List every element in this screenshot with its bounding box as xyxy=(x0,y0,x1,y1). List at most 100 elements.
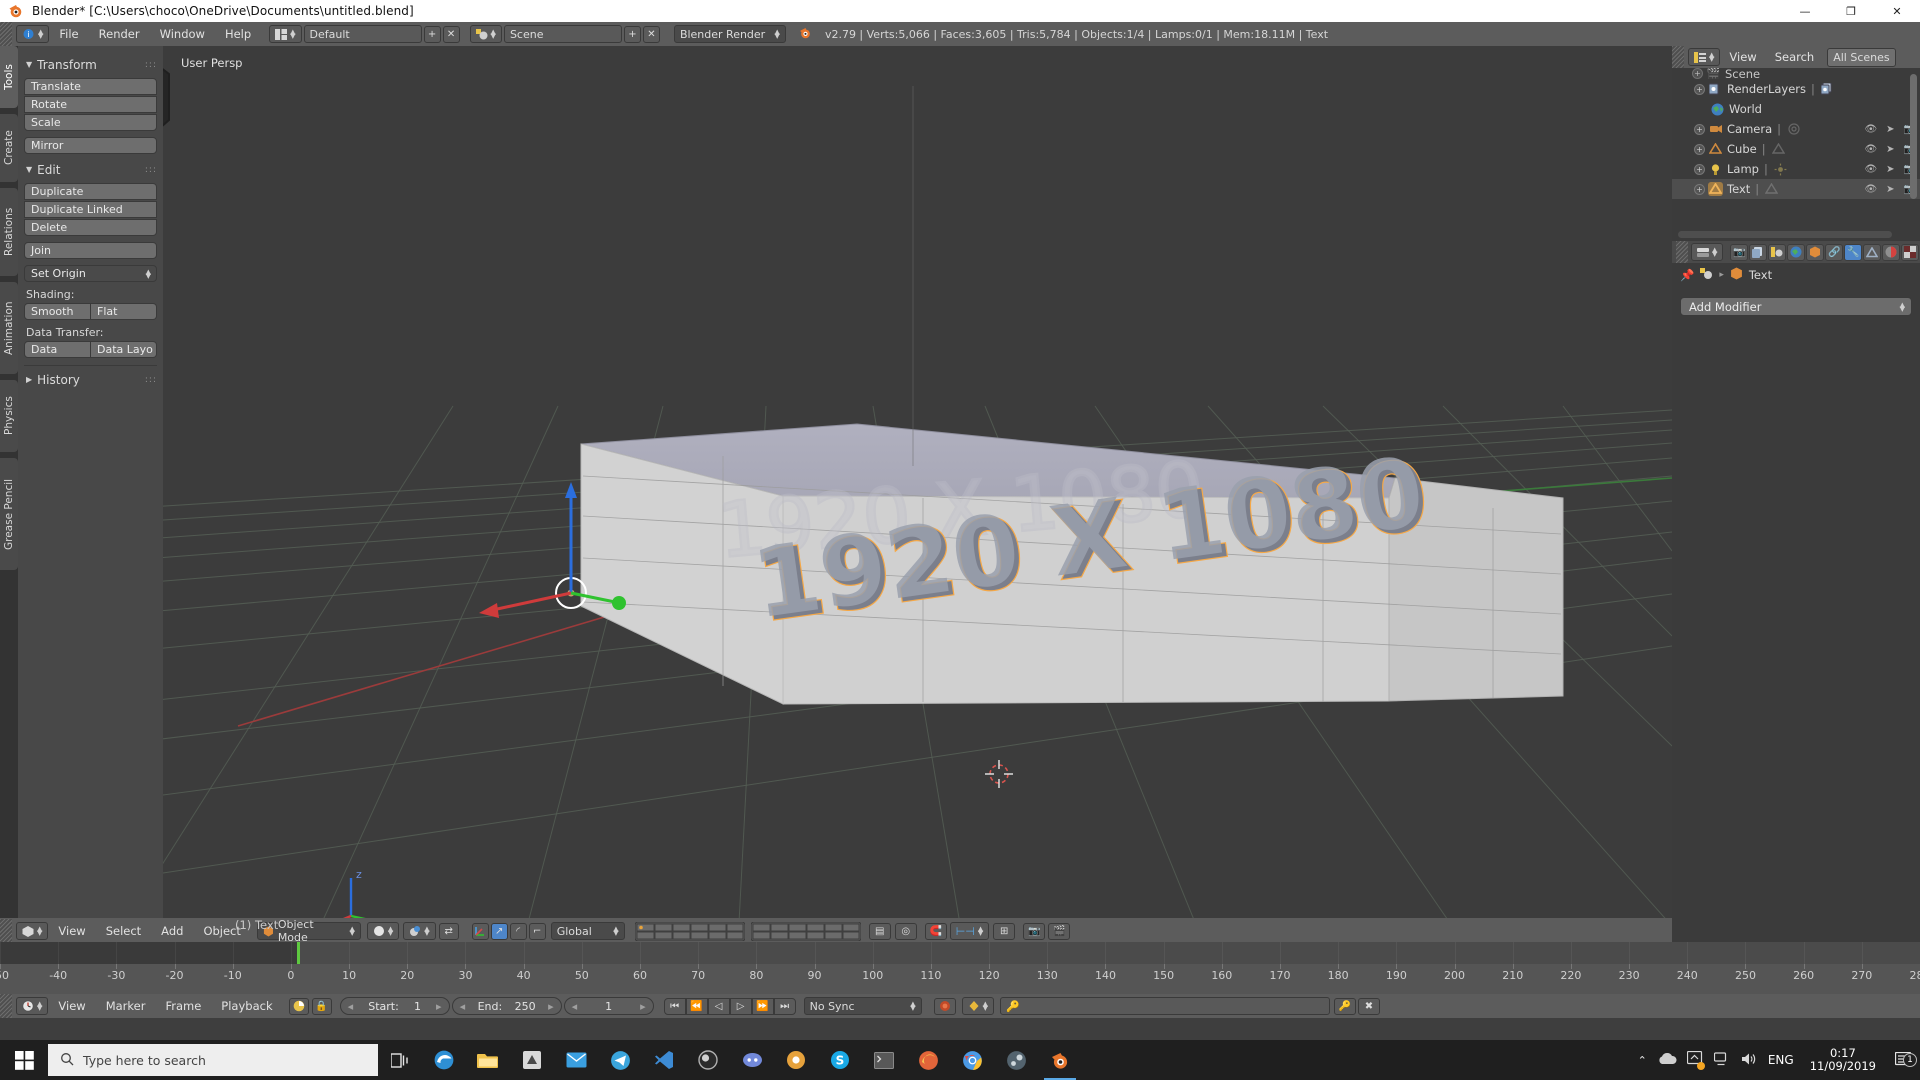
button-duplicate-linked[interactable]: Duplicate Linked xyxy=(24,201,157,218)
button-mirror[interactable]: Mirror xyxy=(24,137,157,154)
skype-icon[interactable]: S xyxy=(818,1040,862,1080)
manipulator-toggle-icon[interactable] xyxy=(471,922,489,940)
snap-element-selector[interactable]: ⊢⊣ ▲ ▼ xyxy=(949,922,990,940)
visibility-eye-icon[interactable]: 👁 xyxy=(1864,124,1877,135)
current-frame-field[interactable]: ◂ 1 ▸ xyxy=(563,997,654,1015)
store-icon[interactable] xyxy=(510,1040,554,1080)
scale-manipulator-icon[interactable]: ⌐ xyxy=(528,922,546,940)
screen-layout-field[interactable]: Default xyxy=(303,25,422,43)
delete-keyframe-icon[interactable]: ✖ xyxy=(1358,997,1380,1015)
timeline-track[interactable] xyxy=(0,942,1920,964)
manipulate-center-points-icon[interactable]: ⇄ xyxy=(438,922,459,940)
expand-icon[interactable]: + xyxy=(1692,68,1703,79)
timeline-playhead[interactable] xyxy=(296,942,300,964)
edge-icon[interactable] xyxy=(422,1040,466,1080)
visibility-eye-icon[interactable]: 👁 xyxy=(1864,144,1877,155)
blender-taskbar-icon[interactable] xyxy=(1038,1040,1082,1080)
vscode-icon[interactable] xyxy=(642,1040,686,1080)
maximize-button[interactable]: ❐ xyxy=(1828,0,1874,22)
outliner-row-toggles[interactable]: 👁 ➤ 📷 xyxy=(1864,164,1916,175)
button-scale[interactable]: Scale xyxy=(24,114,157,131)
button-shade-smooth[interactable]: Smooth xyxy=(24,303,91,320)
notifications-icon[interactable]: 1 xyxy=(1892,1052,1917,1068)
sync-mode-selector[interactable]: No Sync ▲ ▼ xyxy=(803,997,922,1015)
properties-tab-scene[interactable] xyxy=(1768,243,1787,261)
jump-to-end-icon[interactable]: ⏭ xyxy=(773,997,796,1015)
mail-icon[interactable] xyxy=(554,1040,598,1080)
delete-scene-button[interactable]: ✕ xyxy=(642,25,660,43)
render-animation-icon[interactable]: 🎬 xyxy=(1048,922,1071,940)
jump-to-start-icon[interactable]: ⏮ xyxy=(663,997,686,1015)
proportional-edit-icon[interactable]: ◎ xyxy=(894,922,917,940)
properties-tab-renderlayers[interactable] xyxy=(1749,243,1768,261)
header-grip[interactable] xyxy=(0,919,12,943)
outliner-tree[interactable]: + 🎬 Scene + RenderLayers | World + Camer… xyxy=(1672,68,1920,213)
3d-viewport[interactable]: User Persp (1) Text 1920 X 1080 1920 X 1… xyxy=(163,46,1672,942)
properties-tab-object[interactable] xyxy=(1806,243,1825,261)
button-join[interactable]: Join xyxy=(24,242,157,259)
tab-grease-pencil[interactable]: Grease Pencil xyxy=(0,458,18,570)
menu-window[interactable]: Window xyxy=(150,22,215,46)
viewport-shading-selector[interactable]: ▲ ▼ xyxy=(366,922,400,940)
chrome-icon[interactable] xyxy=(950,1040,994,1080)
selectability-cursor-icon[interactable]: ➤ xyxy=(1886,124,1894,135)
viewport-menu-select[interactable]: Select xyxy=(96,919,151,943)
frame-end-field[interactable]: ◂ End: 250 ▸ xyxy=(451,997,562,1015)
menu-help[interactable]: Help xyxy=(215,22,261,46)
add-layout-button[interactable]: + xyxy=(423,25,441,43)
properties-tab-texture[interactable] xyxy=(1901,243,1920,261)
outliner-display-mode-selector[interactable]: ▲ ▼ xyxy=(1688,48,1721,66)
browse-id-icon[interactable] xyxy=(1700,267,1713,283)
outliner-row-scene[interactable]: + 🎬 Scene xyxy=(1672,68,1920,79)
windows-start-button[interactable] xyxy=(0,1040,48,1080)
previous-keyframe-icon[interactable]: ⏪ xyxy=(685,997,708,1015)
chrome-alt-icon[interactable] xyxy=(774,1040,818,1080)
next-keyframe-icon[interactable]: ⏩ xyxy=(751,997,774,1015)
magnet-icon[interactable]: 🧲 xyxy=(924,922,947,940)
editor-type-selector[interactable]: ▲ ▼ xyxy=(16,997,49,1015)
outliner-row-camera[interactable]: + Camera | 👁 ➤ 📷 xyxy=(1672,119,1920,139)
properties-tab-data[interactable] xyxy=(1863,243,1882,261)
timeline-menu-playback[interactable]: Playback xyxy=(211,994,282,1018)
properties-tab-render[interactable]: 📷 xyxy=(1730,243,1749,261)
menu-file[interactable]: File xyxy=(49,22,88,46)
timeline-menu-view[interactable]: View xyxy=(48,994,95,1018)
button-data[interactable]: Data xyxy=(24,341,91,358)
timeline-menu-marker[interactable]: Marker xyxy=(96,994,156,1018)
show-hidden-icons-icon[interactable]: ⌃ xyxy=(1638,1054,1647,1067)
viewport-menu-add[interactable]: Add xyxy=(151,919,193,943)
outliner-scope-selector[interactable]: All Scenes xyxy=(1827,47,1896,67)
properties-tab-constraints[interactable]: 🔗 xyxy=(1825,243,1844,261)
outliner-menu-search[interactable]: Search xyxy=(1766,46,1824,68)
tab-relations[interactable]: Relations xyxy=(0,188,18,276)
render-engine-selector[interactable]: Blender Render ▲ ▼ xyxy=(673,25,786,43)
pin-icon[interactable]: 📌 xyxy=(1680,268,1694,282)
delete-layout-button[interactable]: ✕ xyxy=(442,25,460,43)
outliner-row-text[interactable]: + Text | 👁 ➤ 📷 xyxy=(1672,179,1920,199)
frame-start-field[interactable]: ◂ Start: 1 ▸ xyxy=(339,997,450,1015)
menu-render[interactable]: Render xyxy=(89,22,150,46)
outliner-menu-view[interactable]: View xyxy=(1720,46,1765,68)
tab-create[interactable]: Create xyxy=(0,114,18,182)
outliner-horizontal-scrollbar[interactable] xyxy=(1678,231,1892,238)
layer-grid-second[interactable] xyxy=(750,921,861,941)
outliner-row-toggles[interactable]: 👁 ➤ 📷 xyxy=(1864,144,1916,155)
viewport-menu-view[interactable]: View xyxy=(48,919,95,943)
timeline-ruler-area[interactable]: -50 -40 -30 -20 -10 0 10 20 30 40 50 60 70 80 90 100 110… xyxy=(0,942,1920,994)
file-explorer-icon[interactable] xyxy=(466,1040,510,1080)
outliner-row-toggles[interactable]: 👁 ➤ 📷 xyxy=(1864,184,1916,195)
outliner-row-renderlayers[interactable]: + RenderLayers | xyxy=(1672,79,1920,99)
pivot-point-selector[interactable]: ▲ ▼ xyxy=(403,922,436,940)
language-indicator[interactable]: ENG xyxy=(1768,1053,1794,1067)
button-rotate[interactable]: Rotate xyxy=(24,96,157,113)
visibility-eye-icon[interactable]: 👁 xyxy=(1864,184,1877,195)
outliner-row-cube[interactable]: + Cube | 👁 ➤ 📷 xyxy=(1672,139,1920,159)
terminal-icon[interactable] xyxy=(862,1040,906,1080)
selectability-cursor-icon[interactable]: ➤ xyxy=(1886,184,1894,195)
onedrive-icon[interactable] xyxy=(1657,1052,1677,1068)
editor-type-selector[interactable]: ▲ ▼ xyxy=(1691,243,1724,261)
tab-animation[interactable]: Animation xyxy=(0,282,18,374)
active-keying-set-field[interactable]: 🔑 xyxy=(1000,997,1330,1015)
firefox-icon[interactable] xyxy=(906,1040,950,1080)
header-grip[interactable] xyxy=(1672,46,1684,68)
